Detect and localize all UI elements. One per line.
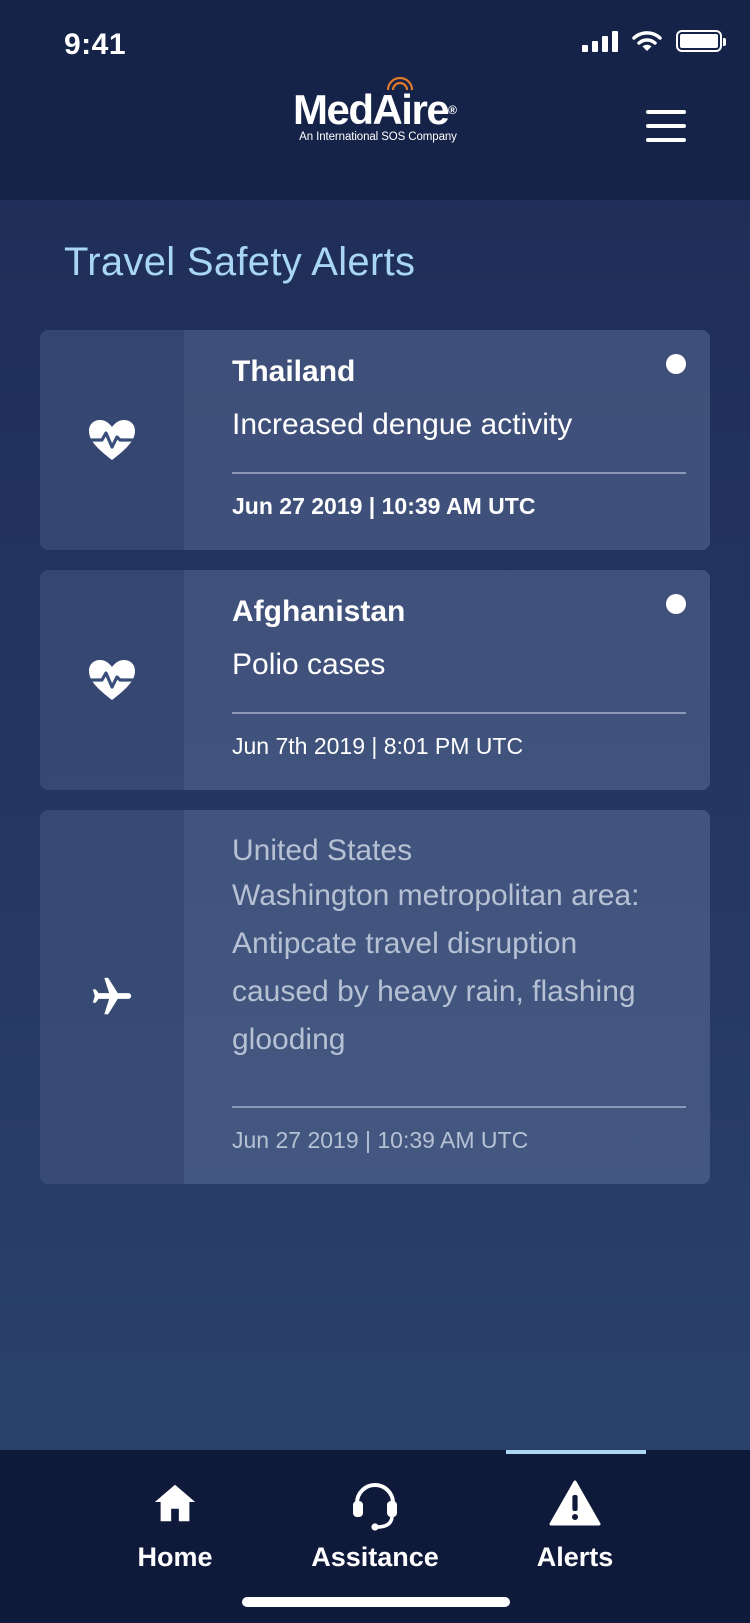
alert-datetime: Jun 27 2019 | 10:39 AM UTC — [232, 1127, 529, 1153]
nav-label: Alerts — [536, 1542, 614, 1572]
page-title: Travel Safety Alerts — [64, 240, 416, 284]
alert-description-line: caused by heavy rain, flashing — [232, 975, 636, 1008]
logo-text: MedAire — [292, 86, 450, 133]
airplane-icon — [92, 977, 132, 1015]
alert-country: Afghanistan — [232, 595, 406, 628]
nav-label: Assitance — [311, 1542, 439, 1572]
home-icon — [95, 1472, 255, 1534]
alert-icon-column — [40, 810, 184, 1184]
headset-icon — [295, 1472, 455, 1534]
alert-icon-column — [40, 330, 184, 550]
alert-country: United States — [232, 834, 413, 867]
alert-body: Afghanistan Polio cases Jun 7th 2019 | 8… — [232, 570, 686, 790]
alert-divider — [232, 1106, 686, 1108]
nav-assistance[interactable]: Assitance — [295, 1472, 455, 1573]
status-icons — [582, 30, 726, 52]
hamburger-menu-icon[interactable] — [646, 110, 686, 144]
heart-pulse-icon — [89, 660, 135, 700]
alert-body: United States Washington metropolitan ar… — [232, 810, 686, 1184]
alert-datetime: Jun 27 2019 | 10:39 AM UTC — [232, 493, 536, 519]
medaire-logo: MedAire® An International SOS Company — [0, 76, 750, 143]
alert-card-afghanistan[interactable]: Afghanistan Polio cases Jun 7th 2019 | 8… — [40, 570, 710, 790]
alert-card-united-states[interactable]: United States Washington metropolitan ar… — [40, 810, 710, 1184]
alert-description: Polio cases — [232, 648, 386, 681]
cellular-signal-icon — [582, 30, 618, 52]
alert-card-thailand[interactable]: Thailand Increased dengue activity Jun 2… — [40, 330, 710, 550]
nav-home[interactable]: Home — [95, 1472, 255, 1573]
alert-datetime: Jun 7th 2019 | 8:01 PM UTC — [232, 733, 524, 759]
alert-description: Washington metropolitan area: Antipcate … — [232, 872, 639, 1064]
alert-description-line: Antipcate travel disruption — [232, 927, 578, 960]
alert-divider — [232, 712, 686, 714]
unread-indicator — [666, 354, 686, 374]
alert-country: Thailand — [232, 355, 356, 388]
nav-alerts[interactable]: Alerts — [495, 1472, 655, 1573]
logo-wordmark: MedAire® — [292, 76, 458, 133]
home-indicator[interactable] — [242, 1597, 510, 1607]
nav-label: Home — [137, 1542, 213, 1572]
alert-description-line: glooding — [232, 1023, 346, 1056]
logo-signal-arc-icon — [386, 76, 414, 91]
alert-body: Thailand Increased dengue activity Jun 2… — [232, 330, 686, 550]
app-header: 9:41 MedAire® An International SOS Compa… — [0, 0, 750, 200]
warning-icon — [495, 1472, 655, 1534]
heart-pulse-icon — [89, 420, 135, 460]
status-time: 9:41 — [64, 28, 127, 61]
alert-divider — [232, 472, 686, 474]
battery-icon — [676, 30, 726, 52]
alert-icon-column — [40, 570, 184, 790]
alert-description-line: Washington metropolitan area: — [232, 879, 640, 912]
active-tab-indicator — [506, 1450, 646, 1454]
unread-indicator — [666, 594, 686, 614]
logo-registered-mark: ® — [448, 103, 458, 117]
alert-description: Increased dengue activity — [232, 408, 573, 441]
wifi-icon — [632, 31, 662, 51]
